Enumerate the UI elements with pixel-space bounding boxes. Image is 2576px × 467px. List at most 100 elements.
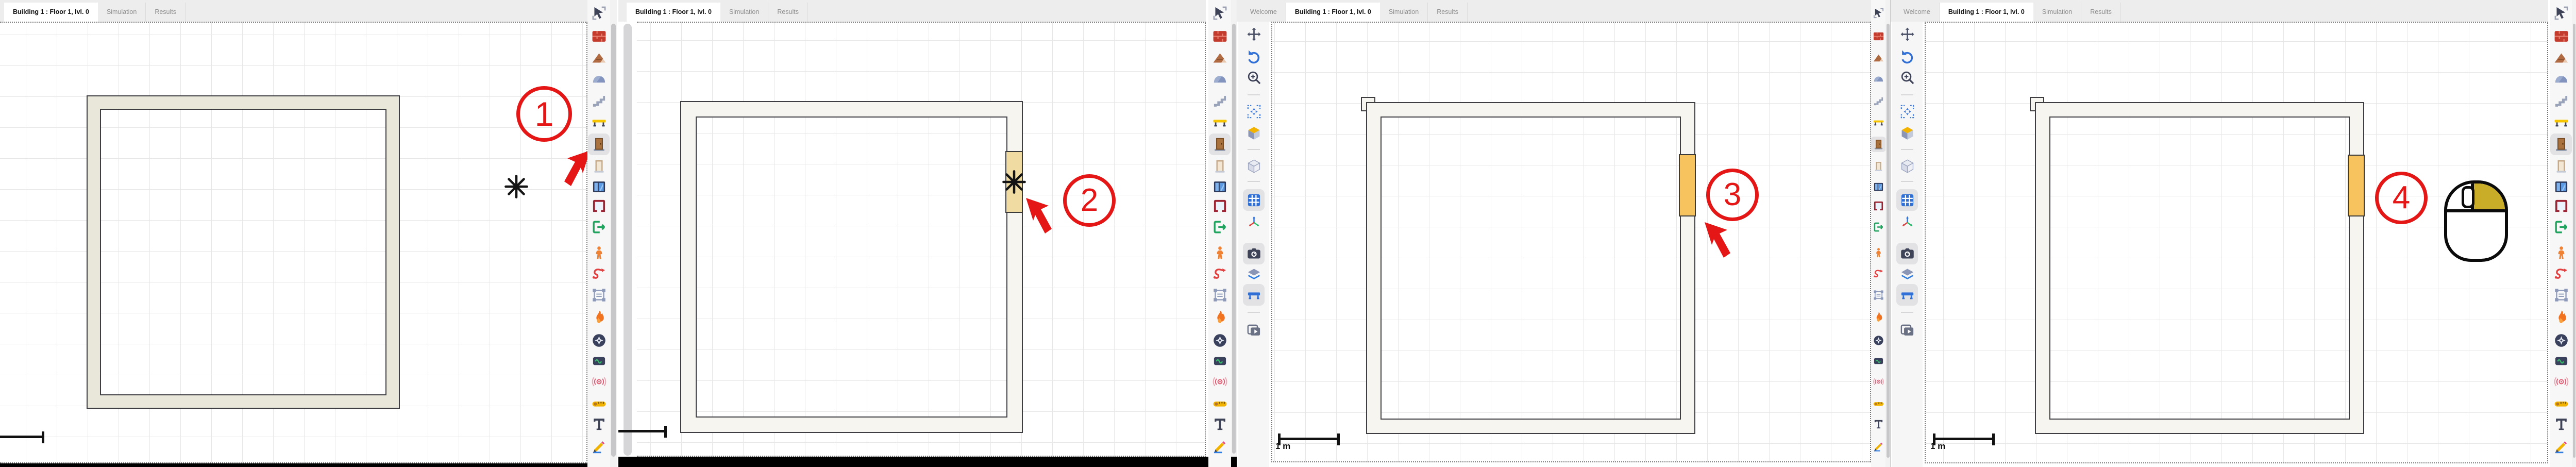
room-walls[interactable] [1367,103,1694,433]
exit-tool-icon[interactable] [588,216,610,238]
floorplan-canvas[interactable]: 2 [637,22,1206,457]
door-tool-icon[interactable] [1209,134,1231,155]
scrollbar[interactable] [2572,0,2576,467]
doorway-tool-icon[interactable] [588,155,610,177]
furniture-visibility-icon[interactable] [1243,284,1265,306]
tab-results[interactable]: Results [2081,3,2121,22]
stairs-tool-icon[interactable] [588,90,610,112]
zone-tool-icon[interactable] [1209,284,1231,306]
sensor-tool-icon[interactable] [588,350,610,372]
measure-tool-icon[interactable] [1209,393,1231,414]
doorway-tool-icon[interactable] [1871,158,1886,174]
tab-simulation[interactable]: Simulation [98,3,146,22]
wall-tool-icon[interactable] [2550,25,2572,47]
fire-tool-icon[interactable] [2550,306,2572,328]
undo-icon[interactable] [1243,45,1265,66]
exit-tool-icon[interactable] [1209,216,1231,238]
vent-tool-icon[interactable] [2550,329,2572,351]
occupant-tool-icon[interactable] [588,242,610,263]
zone-tool-icon[interactable] [1871,287,1886,303]
opening-tool-icon[interactable] [1209,195,1231,216]
tab-simulation[interactable]: Simulation [2033,3,2081,22]
table-tool-icon[interactable] [1871,114,1886,130]
sensor-tool-icon[interactable] [1209,350,1231,372]
terrain-tool-icon[interactable] [2550,68,2572,89]
fit-view-icon[interactable] [1896,101,1918,122]
sensor-tool-icon[interactable] [2550,350,2572,372]
opening-tool-icon[interactable] [1871,198,1886,213]
alarm-tool-icon[interactable] [1871,374,1886,389]
measure-tool-icon[interactable] [588,393,610,414]
media-icon[interactable] [1243,319,1265,341]
axes-icon[interactable] [1896,211,1918,232]
tab-results[interactable]: Results [146,3,186,22]
terrain-tool-icon[interactable] [1871,71,1886,86]
undo-icon[interactable] [1896,45,1918,66]
floorplan-canvas[interactable]: 3 1 m [1271,22,1871,462]
placed-door-highlighted[interactable] [1679,154,1696,216]
vent-tool-icon[interactable] [1209,329,1231,351]
scrollbar[interactable] [1231,0,1237,457]
stairs-tool-icon[interactable] [2550,90,2572,112]
roof-tool-icon[interactable] [1209,47,1231,69]
partial-scrollbar[interactable] [624,24,632,456]
table-tool-icon[interactable] [1209,111,1231,133]
path-tool-icon[interactable] [588,262,610,284]
table-tool-icon[interactable] [2550,111,2572,133]
occupant-tool-icon[interactable] [2550,242,2572,263]
tab-welcome[interactable]: Welcome [1895,3,1940,22]
text-tool-icon[interactable] [1209,413,1231,435]
doorway-tool-icon[interactable] [1209,155,1231,177]
room-walls[interactable] [88,96,399,408]
placed-door-highlighted[interactable] [2348,155,2365,216]
tab-building-1-floor-1-lvl-0[interactable]: Building 1 : Floor 1, lvl. 0 [627,3,720,22]
text-tool-icon[interactable] [2550,413,2572,435]
wall-tool-icon[interactable] [1209,25,1231,47]
tab-simulation[interactable]: Simulation [720,3,768,22]
annotate-tool-icon[interactable] [2550,435,2572,457]
annotate-tool-icon[interactable] [1871,438,1886,454]
doorway-tool-icon[interactable] [2550,155,2572,177]
wall-tool-icon[interactable] [588,25,610,47]
fire-tool-icon[interactable] [588,306,610,328]
measure-tool-icon[interactable] [2550,393,2572,414]
stairs-tool-icon[interactable] [1209,90,1231,112]
roof-tool-icon[interactable] [588,47,610,69]
zone-tool-icon[interactable] [588,284,610,306]
select-tool-icon[interactable] [2550,2,2572,24]
wireframe-cube-icon[interactable] [1243,155,1265,177]
view-3d-icon[interactable] [1896,122,1918,144]
furniture-visibility-icon[interactable] [1896,284,1918,306]
scrollbar-thumb[interactable] [1887,24,1890,458]
layers-icon[interactable] [1243,263,1265,285]
tab-building-1-floor-1-lvl-0[interactable]: Building 1 : Floor 1, lvl. 0 [1286,3,1380,22]
tab-building-1-floor-1-lvl-0[interactable]: Building 1 : Floor 1, lvl. 0 [4,3,98,22]
table-tool-icon[interactable] [588,111,610,133]
zoom-tool-icon[interactable] [1896,66,1918,88]
camera-icon[interactable] [1243,243,1265,264]
path-tool-icon[interactable] [1209,262,1231,284]
exit-tool-icon[interactable] [2550,216,2572,238]
scrollbar-thumb[interactable] [1232,24,1236,454]
select-tool-icon[interactable] [588,2,610,24]
window-tool-icon[interactable] [1209,176,1231,197]
terrain-tool-icon[interactable] [588,68,610,89]
door-tool-icon[interactable] [2550,134,2572,155]
grid-toggle-icon[interactable] [1896,189,1918,211]
select-tool-icon[interactable] [1209,2,1231,24]
media-icon[interactable] [1896,319,1918,341]
alarm-tool-icon[interactable] [2550,371,2572,392]
occupant-tool-icon[interactable] [1871,245,1886,260]
scrollbar-thumb[interactable] [611,24,616,457]
fit-view-icon[interactable] [1243,101,1265,122]
text-tool-icon[interactable] [1871,416,1886,431]
tab-simulation[interactable]: Simulation [1380,3,1428,22]
fire-tool-icon[interactable] [1871,309,1886,325]
room-walls[interactable] [681,102,1022,432]
scrollbar-thumb[interactable] [2573,24,2575,458]
window-tool-icon[interactable] [2550,176,2572,197]
zoom-tool-icon[interactable] [1243,66,1265,88]
vent-tool-icon[interactable] [1871,332,1886,348]
door-tool-icon[interactable] [588,134,610,155]
vent-tool-icon[interactable] [588,329,610,351]
